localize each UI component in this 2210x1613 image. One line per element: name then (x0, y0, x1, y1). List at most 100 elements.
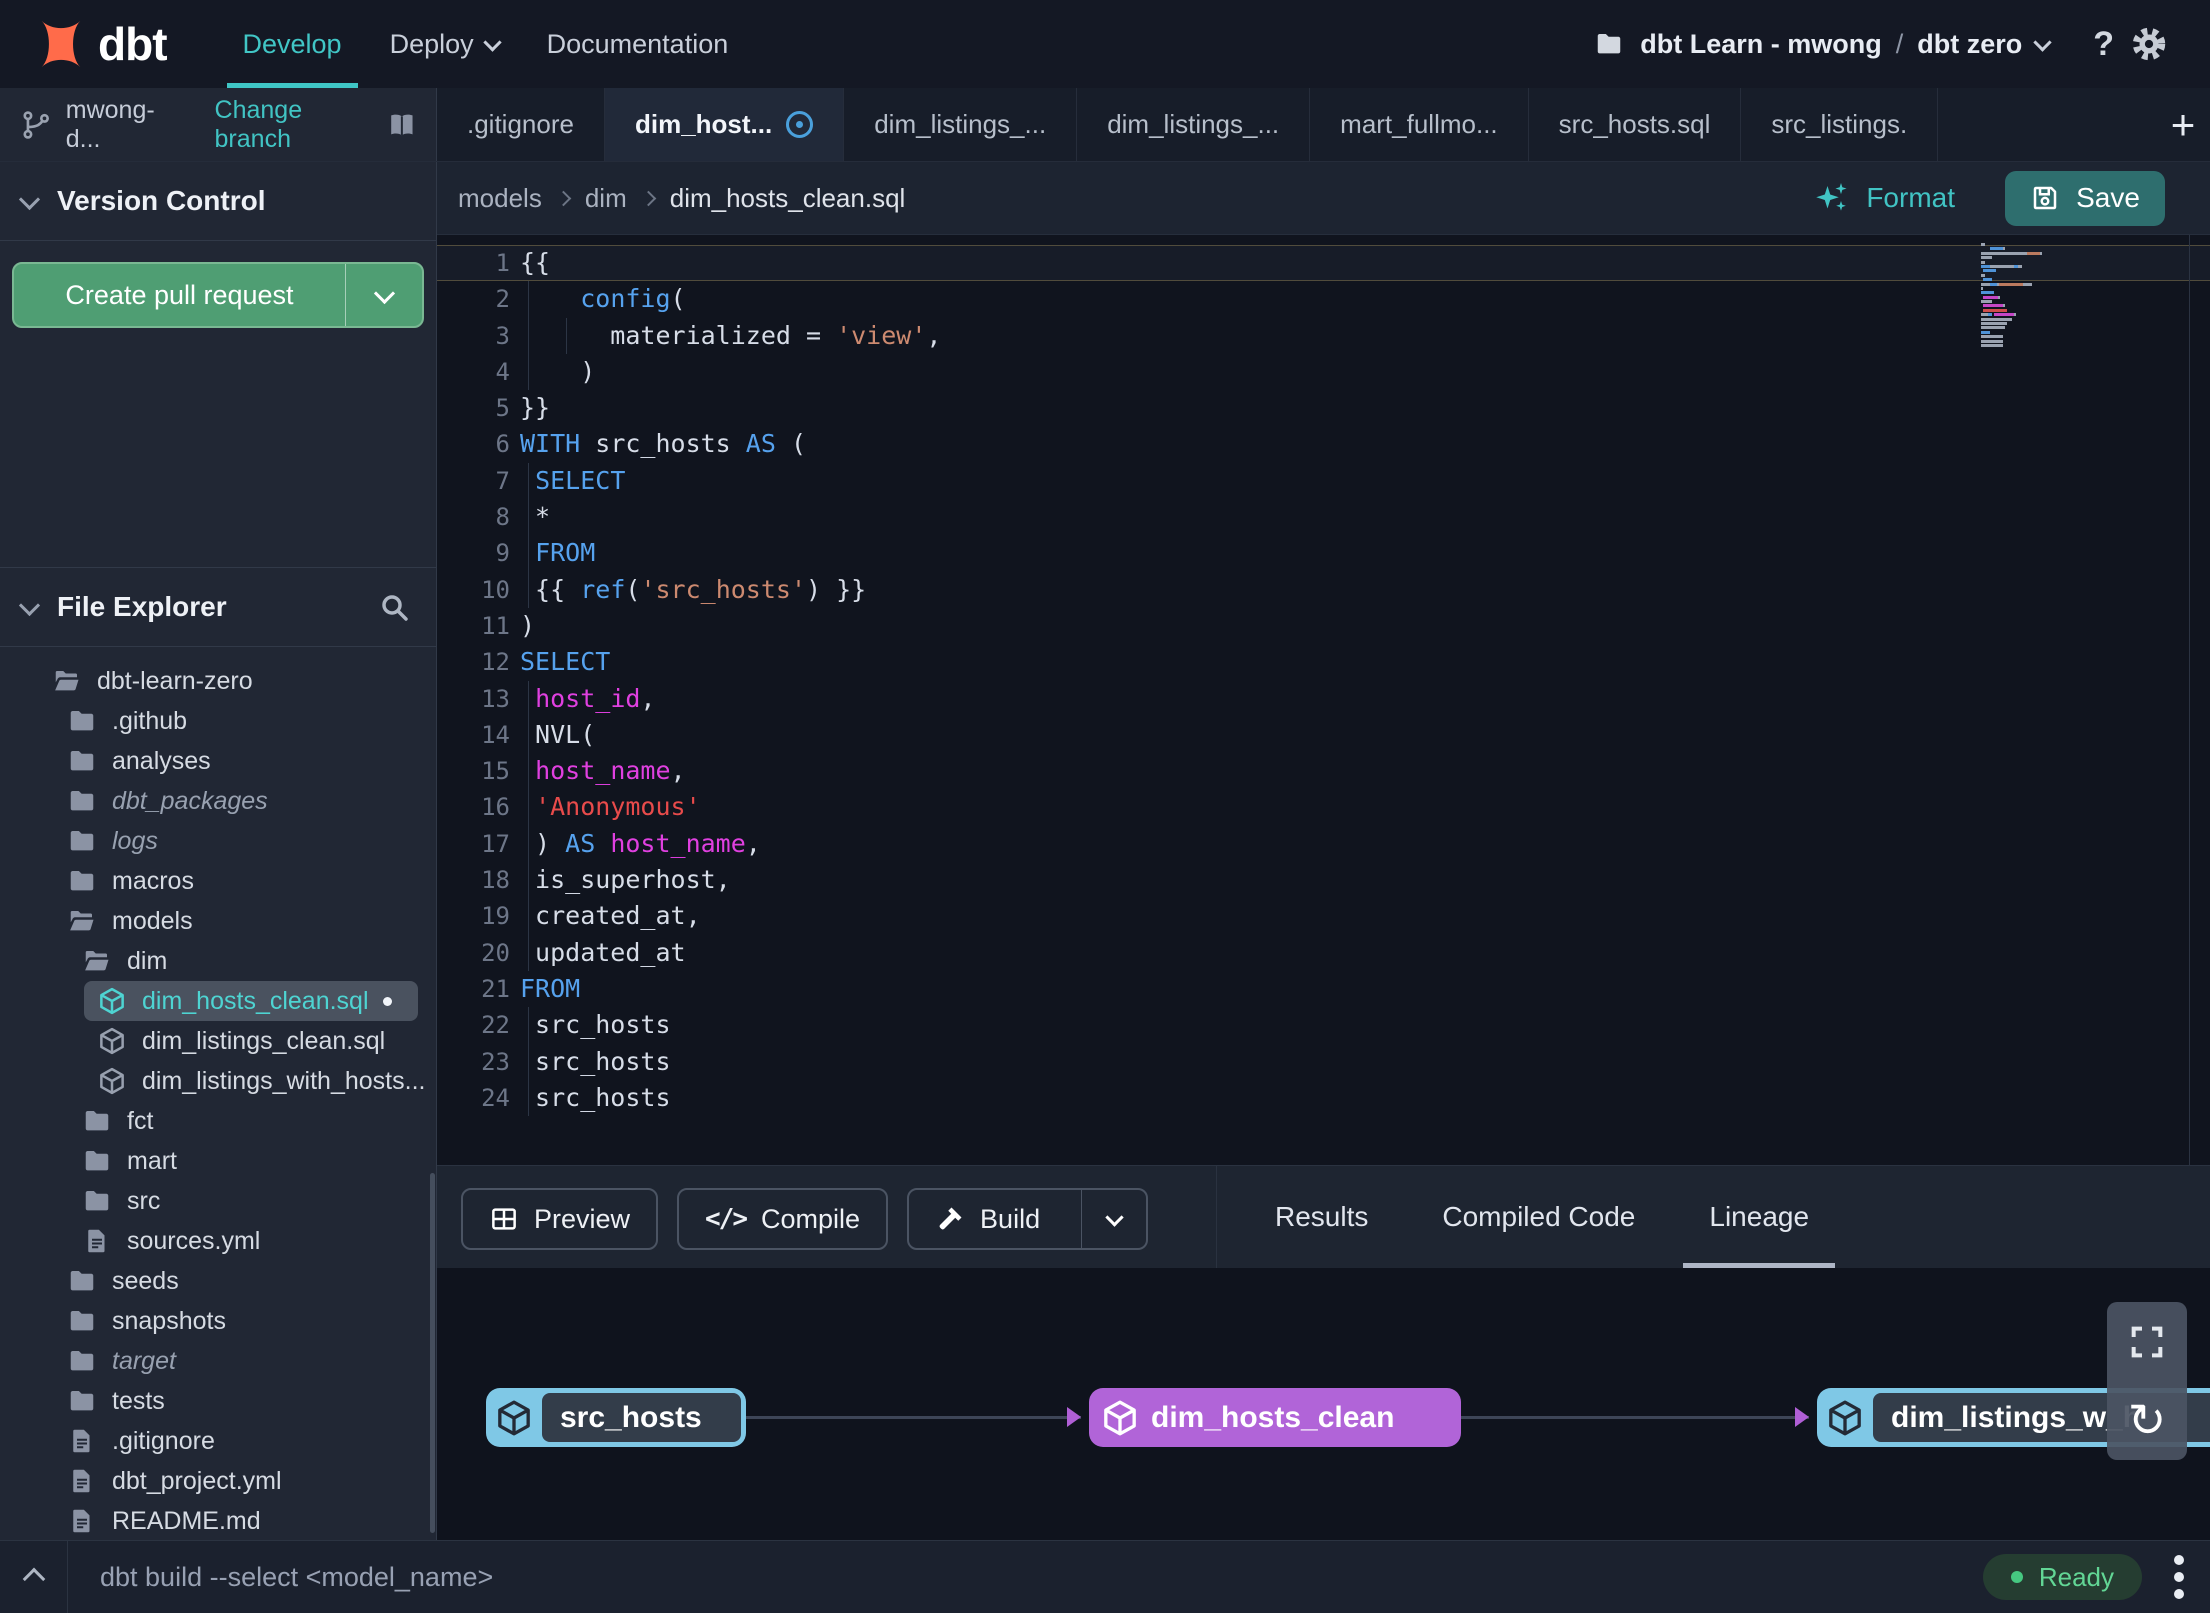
code-line[interactable]: 1 {{ (437, 245, 2210, 282)
tab-lineage[interactable]: Lineage (1683, 1166, 1835, 1268)
docs-book-icon[interactable] (384, 109, 420, 141)
editor-tab[interactable]: dim_listings_... (1077, 88, 1311, 161)
code-line[interactable]: 2 config( (437, 281, 2210, 318)
file-tree-item[interactable]: analyses (0, 741, 436, 781)
editor-scrollbar[interactable] (2189, 235, 2190, 1165)
fullscreen-icon[interactable] (2127, 1322, 2167, 1362)
file-tree-item[interactable]: dim (0, 941, 436, 981)
editor-tab[interactable]: .gitignore (437, 88, 605, 161)
status-badge[interactable]: Ready (1982, 1554, 2142, 1600)
file-tree-item[interactable]: .github (0, 701, 436, 741)
code-line[interactable]: 20 updated_at (437, 934, 2210, 971)
code-line[interactable]: 14 NVL( (437, 716, 2210, 754)
code-line[interactable]: 22 src_hosts (437, 1007, 2210, 1044)
file-tree-item[interactable]: target (0, 1341, 436, 1381)
folder-icon (67, 866, 97, 896)
file-tree-item[interactable]: models (0, 901, 436, 941)
dbt-logo[interactable]: dbt (0, 0, 168, 88)
preview-button[interactable]: Preview (461, 1188, 659, 1250)
project-name: dbt zero (1917, 28, 2023, 59)
file-tree-item[interactable]: .gitignore (0, 1421, 436, 1461)
code-line[interactable]: 9 FROM (437, 535, 2210, 572)
command-input[interactable]: dbt build --select <model_name> (100, 1562, 493, 1593)
file-tree-item[interactable]: dbt_project.yml (0, 1461, 436, 1501)
lineage-controls: ↻ (2107, 1302, 2187, 1460)
code-line[interactable]: 19 created_at, (437, 898, 2210, 935)
code-line[interactable]: 21 FROM (437, 971, 2210, 1007)
build-button[interactable]: Build (907, 1188, 1149, 1250)
file-explorer-header[interactable]: File Explorer (0, 568, 436, 647)
minimap[interactable] (1981, 243, 2047, 348)
code-editor[interactable]: 1{{2 config(3 materialized = 'view', 4 ) 5… (437, 235, 2210, 1165)
file-tree-item[interactable]: README.md (0, 1501, 436, 1540)
code-line[interactable]: 4 ) (437, 353, 2210, 391)
editor-tab[interactable]: src_listings. (1741, 88, 1939, 161)
format-button[interactable]: Format (1814, 180, 1955, 216)
settings-gear-icon[interactable] (2130, 25, 2168, 63)
code-line[interactable]: 15 host_name, (437, 753, 2210, 790)
pr-dropdown-button[interactable] (346, 264, 422, 326)
editor-tab[interactable]: dim_listings_... (844, 88, 1078, 161)
code-line[interactable]: 5}} (437, 390, 2210, 426)
code-line[interactable]: 13 host_id, (437, 680, 2210, 717)
lineage-node-src-hosts[interactable]: src_hosts (486, 1388, 746, 1447)
file-tree-item[interactable]: dim_listings_clean.sql (0, 1021, 436, 1061)
code-line[interactable]: 11) (437, 608, 2210, 644)
file-tree-item[interactable]: src (0, 1181, 436, 1221)
model-cube-icon (1089, 1398, 1151, 1438)
tab-results[interactable]: Results (1249, 1166, 1394, 1268)
nav-item-develop[interactable]: Develop (219, 0, 366, 88)
change-branch-link[interactable]: Change branch (215, 96, 385, 154)
file-tree-item[interactable]: sources.yml (0, 1221, 436, 1261)
code-line[interactable]: 18 is_superhost, (437, 862, 2210, 899)
code-line[interactable]: 3 materialized = 'view', (437, 317, 2210, 354)
file-tree-item[interactable]: seeds (0, 1261, 436, 1301)
editor-tab[interactable]: dim_host... (604, 88, 845, 161)
file-tree-item[interactable]: logs (0, 821, 436, 861)
file-tree-item[interactable]: macros (0, 861, 436, 901)
top-nav: dbt Develop Deploy Documentation dbt Lea… (0, 0, 2210, 88)
code-line[interactable]: 24 src_hosts (437, 1079, 2210, 1117)
file-tree-item[interactable]: snapshots (0, 1301, 436, 1341)
code-line[interactable]: 23 src_hosts (437, 1043, 2210, 1080)
line-number: 24 (481, 1083, 510, 1112)
tab-compiled-code[interactable]: Compiled Code (1416, 1166, 1661, 1268)
lineage-node-dim-hosts-clean[interactable]: dim_hosts_clean (1089, 1388, 1461, 1447)
file-tree-item[interactable]: tests (0, 1381, 436, 1421)
kebab-menu-icon[interactable] (2170, 1551, 2188, 1603)
code-line[interactable]: 10 {{ ref('src_hosts') }} (437, 571, 2210, 608)
file-tree-item[interactable]: dim_listings_with_hosts... (0, 1061, 436, 1101)
code-line[interactable]: 12 SELECT (437, 644, 2210, 680)
code-line[interactable]: 17 ) AS host_name, (437, 825, 2210, 863)
line-number: 13 (481, 684, 510, 713)
version-control-header[interactable]: Version Control (0, 162, 436, 241)
file-name: dim (127, 946, 168, 975)
code-line[interactable]: 16 'Anonymous' (437, 789, 2210, 826)
build-main[interactable]: Build (909, 1190, 1066, 1248)
file-tree-item[interactable]: dbt-learn-zero (0, 661, 436, 701)
code-line[interactable]: 6 WITH src_hosts AS ( (437, 426, 2210, 462)
editor-tab[interactable]: mart_fullmo... (1310, 88, 1529, 161)
refresh-icon[interactable]: ↻ (2128, 1397, 2167, 1443)
file-tree-item[interactable]: fct (0, 1101, 436, 1141)
search-icon[interactable] (378, 591, 410, 623)
code-line[interactable]: 8 * (437, 499, 2210, 536)
tab-label: Results (1275, 1201, 1369, 1232)
sidebar-scrollbar[interactable] (430, 1173, 435, 1533)
file-tree-item[interactable]: dim_hosts_clean.sql (84, 981, 418, 1021)
save-button[interactable]: Save (2005, 170, 2165, 226)
editor-tab[interactable]: src_hosts.sql (1529, 88, 1742, 161)
model-icon (97, 1026, 127, 1056)
file-tree-item[interactable]: dbt_packages (0, 781, 436, 821)
new-tab-button[interactable]: + (2156, 88, 2210, 161)
expand-command-bar-button[interactable] (0, 1541, 68, 1613)
create-pull-request-button[interactable]: Create pull request (12, 262, 424, 328)
compile-button[interactable]: </> Compile (677, 1188, 889, 1250)
help-icon[interactable]: ? (2093, 25, 2114, 64)
project-selector[interactable]: dbt Learn - mwong / dbt zero (1592, 28, 2052, 60)
nav-item-documentation[interactable]: Documentation (523, 0, 753, 88)
code-line[interactable]: 7 SELECT (437, 462, 2210, 500)
nav-item-deploy[interactable]: Deploy (366, 0, 523, 88)
file-tree-item[interactable]: mart (0, 1141, 436, 1181)
build-dropdown-button[interactable] (1081, 1190, 1146, 1248)
